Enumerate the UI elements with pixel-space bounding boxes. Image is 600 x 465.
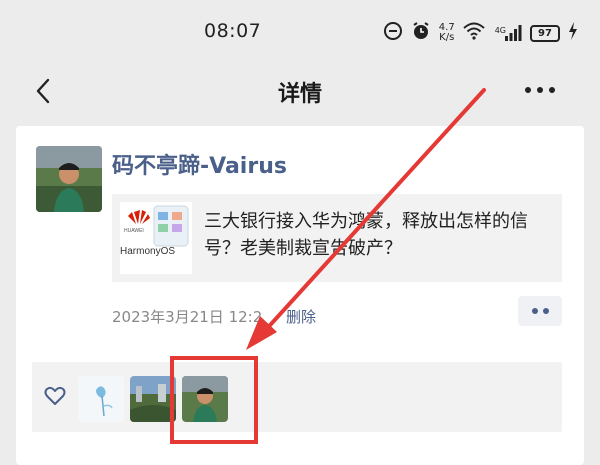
link-title: 三大银行接入华为鸿蒙，释放出怎样的信号？老美制裁宣告破产？ [204,211,528,259]
battery-level: 97 [538,27,552,39]
more-button[interactable] [520,78,560,102]
delete-link[interactable]: 删除 [286,306,316,327]
alarm-icon [411,21,431,45]
thumb-brand: HUAWEI [124,228,144,234]
page-header: 详情 [0,64,600,120]
heart-icon [44,386,66,405]
signal-bars-icon [505,25,522,41]
author-name[interactable]: 码不亭蹄-Vairus [112,148,287,180]
author-avatar[interactable] [36,146,102,212]
like-avatar-1[interactable] [78,376,124,422]
annotation-highlight-box [170,356,258,444]
page-title: 详情 [277,82,322,107]
shared-link-card[interactable]: HUAWEI HarmonyOS 三大银行接入华为鸿蒙，释放出怎样的信号？老美制… [112,194,562,282]
dot-icon [542,308,549,314]
no-disturb-icon [383,21,403,45]
status-time: 08:07 [204,20,262,42]
status-bar: 08:07 4.7 K/s 4G 97 [0,0,600,64]
network-type: 4G [494,26,506,35]
battery-indicator: 97 [530,24,560,42]
charging-icon [568,22,578,44]
cellular-signal: 4G [493,25,522,41]
more-horizontal-icon [525,87,555,93]
net-speed-unit: K/s [439,32,455,43]
net-speed: 4.7 K/s [439,23,455,43]
post-card: 码不亭蹄-Vairus HUAWEI HarmonyOS 三大银行接入华为鸿蒙，… [16,126,584,465]
dot-icon [531,308,538,314]
link-thumbnail: HUAWEI HarmonyOS [120,202,192,274]
status-icons: 4.7 K/s 4G 97 [383,18,578,48]
post-date: 2023年3月21日 12:2 [112,308,263,326]
like-comment-button[interactable] [518,296,562,326]
thumb-text: HarmonyOS [120,246,175,257]
likes-panel [32,362,562,432]
wifi-icon [463,22,485,44]
